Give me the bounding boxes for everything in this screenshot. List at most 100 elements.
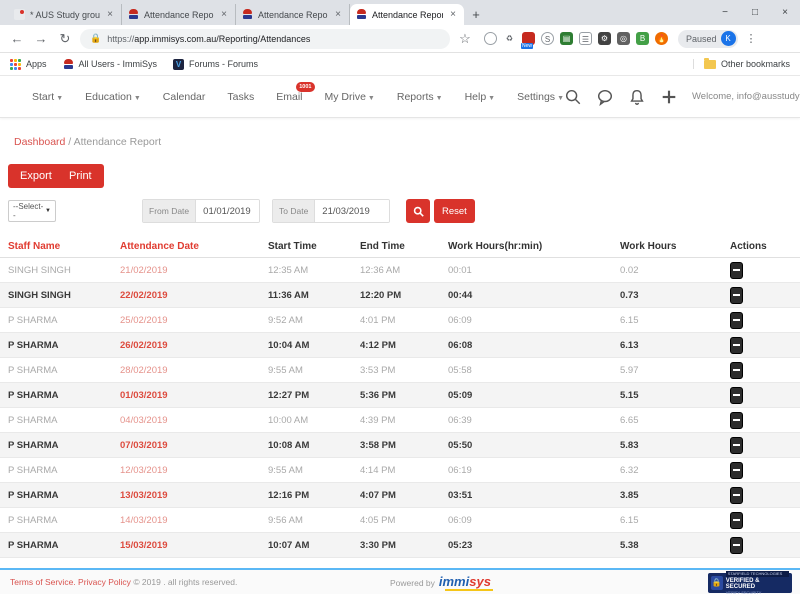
seal-line1: STARFIELD TECHNOLOGIES xyxy=(726,571,789,577)
cell-end-time: 12:36 AM xyxy=(352,265,440,276)
cell-staff-name: P SHARMA xyxy=(0,440,112,451)
cell-staff-name: SINGH SINGH xyxy=(0,265,112,276)
tab-close-icon[interactable]: × xyxy=(105,9,115,20)
bookmark-apps[interactable]: Apps xyxy=(10,59,47,70)
bookmark-star-icon[interactable]: ☆ xyxy=(456,31,474,47)
extension-icon-red-new[interactable]: New xyxy=(522,32,535,45)
minus-icon xyxy=(733,269,740,271)
window-maximize-button[interactable]: □ xyxy=(740,7,770,18)
row-actions-button[interactable] xyxy=(730,487,743,504)
extension-icon-green-doc[interactable]: ▤ xyxy=(560,32,573,45)
search-button[interactable] xyxy=(406,199,430,223)
minus-icon xyxy=(733,319,740,321)
menu-email[interactable]: Email1001 xyxy=(276,91,302,103)
breadcrumb-dashboard-link[interactable]: Dashboard xyxy=(14,136,65,148)
app-nav-bar: Start▼ Education▼ Calendar Tasks Email10… xyxy=(0,76,800,118)
row-actions-button[interactable] xyxy=(730,387,743,404)
page-title: Attendance Report xyxy=(74,136,162,148)
header-attendance-date[interactable]: Attendance Date xyxy=(112,241,260,252)
row-actions-button[interactable] xyxy=(730,462,743,479)
row-actions-button[interactable] xyxy=(730,287,743,304)
window-close-button[interactable]: × xyxy=(770,7,800,18)
search-icon[interactable] xyxy=(564,88,582,106)
nav-right-icons: Welcome, info@ausstudygroup.com.au ▼ xyxy=(564,88,800,106)
extension-icon-circle[interactable] xyxy=(484,32,497,45)
tab-title: Attendance Report - ImmiSys xyxy=(258,10,328,20)
add-plus-icon[interactable] xyxy=(660,88,678,106)
menu-tasks[interactable]: Tasks xyxy=(227,91,254,103)
header-staff-name[interactable]: Staff Name xyxy=(0,241,112,252)
extension-icon-b[interactable]: B xyxy=(636,32,649,45)
forums-favicon: V xyxy=(173,59,184,70)
bookmark-forums[interactable]: V Forums - Forums xyxy=(173,59,258,70)
tab-close-icon[interactable]: × xyxy=(219,9,229,20)
extension-icon-recycle[interactable]: ♻ xyxy=(503,32,516,45)
from-date-input[interactable]: 01/01/2019 xyxy=(196,200,259,222)
welcome-user-menu[interactable]: Welcome, info@ausstudygroup.com.au ▼ xyxy=(692,91,800,102)
cell-work-hours-hrmin: 06:09 xyxy=(440,315,612,326)
menu-my-drive[interactable]: My Drive▼ xyxy=(325,91,375,103)
table-row: P SHARMA 25/02/2019 9:52 AM 4:01 PM 06:0… xyxy=(0,308,800,333)
menu-help[interactable]: Help▼ xyxy=(465,91,496,103)
profile-chip[interactable]: Paused K xyxy=(678,30,738,48)
notifications-bell-icon[interactable] xyxy=(628,88,646,106)
extension-icon-flame[interactable]: 🔥 xyxy=(655,32,668,45)
page-icon xyxy=(14,9,25,20)
reload-button[interactable]: ↻ xyxy=(56,31,74,47)
tab-attendance-report-2[interactable]: Attendance Report - ImmiSys × xyxy=(236,4,350,25)
menu-reports[interactable]: Reports▼ xyxy=(397,91,443,103)
row-actions-button[interactable] xyxy=(730,312,743,329)
tab-attendance-report-active[interactable]: Attendance Report - ImmiSys × xyxy=(350,4,464,25)
privacy-policy-link[interactable]: Privacy Policy xyxy=(78,577,131,587)
table-body: SINGH SINGH 21/02/2019 12:35 AM 12:36 AM… xyxy=(0,258,800,558)
cell-start-time: 9:55 AM xyxy=(260,365,352,376)
row-actions-button[interactable] xyxy=(730,337,743,354)
row-actions-button[interactable] xyxy=(730,512,743,529)
immisys-wordmark[interactable]: immisys xyxy=(439,574,491,591)
staff-select-dropdown[interactable]: --Select-- ▼ xyxy=(8,200,56,222)
table-row: P SHARMA 01/03/2019 12:27 PM 5:36 PM 05:… xyxy=(0,383,800,408)
cell-start-time: 9:56 AM xyxy=(260,515,352,526)
table-row: SINGH SINGH 22/02/2019 11:36 AM 12:20 PM… xyxy=(0,283,800,308)
chat-icon[interactable] xyxy=(596,88,614,106)
row-actions-button[interactable] xyxy=(730,537,743,554)
row-actions-button[interactable] xyxy=(730,362,743,379)
avatar: K xyxy=(721,31,736,46)
export-button[interactable]: Export xyxy=(8,164,64,188)
print-button[interactable]: Print xyxy=(57,164,104,188)
row-actions-button[interactable] xyxy=(730,437,743,454)
extension-icon-camera[interactable]: ◎ xyxy=(617,32,630,45)
table-row: P SHARMA 04/03/2019 10:00 AM 4:39 PM 06:… xyxy=(0,408,800,433)
row-actions-button[interactable] xyxy=(730,412,743,429)
minus-icon xyxy=(733,294,740,296)
menu-education[interactable]: Education▼ xyxy=(85,91,141,103)
extension-icon-s[interactable]: S xyxy=(541,32,554,45)
verified-secured-seal[interactable]: 🔒 STARFIELD TECHNOLOGIES VERIFIED & SECU… xyxy=(708,573,792,593)
forward-button[interactable]: → xyxy=(32,31,50,46)
menu-calendar[interactable]: Calendar xyxy=(163,91,206,103)
row-actions-button[interactable] xyxy=(730,262,743,279)
tab-close-icon[interactable]: × xyxy=(448,9,458,20)
cell-end-time: 4:05 PM xyxy=(352,515,440,526)
window-minimize-button[interactable]: − xyxy=(710,7,740,18)
address-bar[interactable]: 🔒 https://app.immisys.com.au/Reporting/A… xyxy=(80,29,450,49)
extension-icon-doc[interactable]: ☰ xyxy=(579,32,592,45)
bookmark-all-users[interactable]: All Users - ImmiSys xyxy=(63,59,158,70)
other-bookmarks[interactable]: Other bookmarks xyxy=(693,59,790,69)
back-button[interactable]: ← xyxy=(8,31,26,46)
cell-end-time: 3:53 PM xyxy=(352,365,440,376)
cell-attendance-date: 14/03/2019 xyxy=(112,515,260,526)
chrome-menu-icon[interactable]: ⋮ xyxy=(746,32,757,45)
menu-settings[interactable]: Settings▼ xyxy=(517,91,564,103)
minus-icon xyxy=(733,369,740,371)
tab-aus-study-group[interactable]: * AUS Study group reporting tha × xyxy=(8,4,122,25)
to-date-input[interactable]: 21/03/2019 xyxy=(315,200,389,222)
menu-start[interactable]: Start▼ xyxy=(32,91,63,103)
extension-icon-gear[interactable]: ⚙ xyxy=(598,32,611,45)
cell-work-hours: 6.65 xyxy=(612,415,722,426)
reset-button[interactable]: Reset xyxy=(434,199,475,223)
new-tab-button[interactable]: + xyxy=(464,4,488,25)
terms-of-service-link[interactable]: Terms of Service. xyxy=(10,577,76,587)
tab-attendance-report-1[interactable]: Attendance Report - ImmiSys × xyxy=(122,4,236,25)
tab-close-icon[interactable]: × xyxy=(333,9,343,20)
